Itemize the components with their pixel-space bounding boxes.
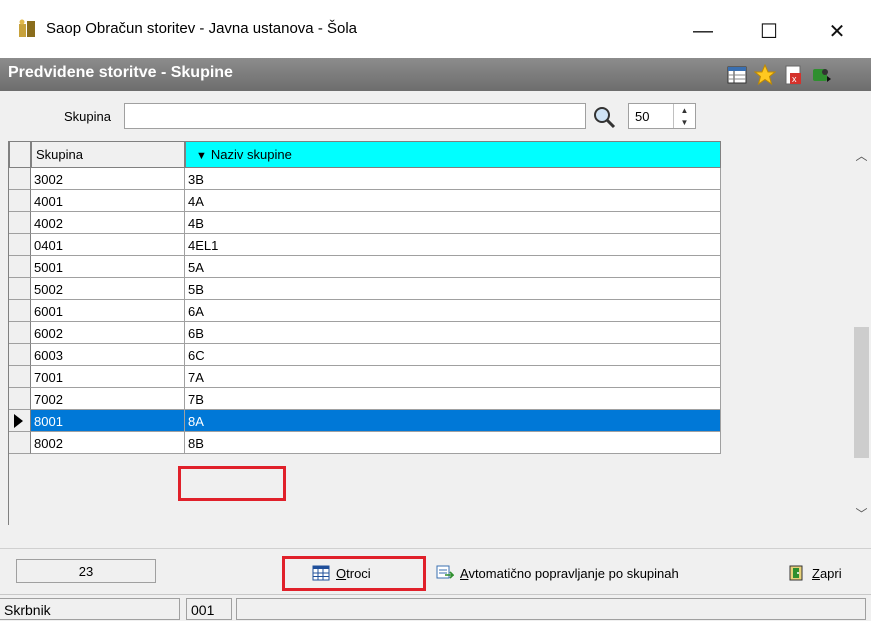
grid-header: Skupina ▼ Naziv skupine [9, 141, 721, 168]
table-row[interactable]: 6001 6A [9, 300, 721, 322]
cell-naziv-skupine[interactable]: 4B [185, 212, 721, 234]
row-indicator[interactable] [9, 278, 31, 300]
cell-skupina[interactable]: 4001 [31, 190, 185, 212]
table-row[interactable]: 7001 7A [9, 366, 721, 388]
cell-naziv-skupine[interactable]: 6C [185, 344, 721, 366]
limit-value[interactable]: 50 [635, 109, 649, 124]
close-button[interactable]: ✕ [814, 8, 860, 54]
table-row[interactable]: 0401 4EL1 [9, 234, 721, 256]
sort-descending-icon: ▼ [196, 150, 207, 162]
maximize-button[interactable]: ☐ [746, 8, 792, 54]
row-indicator[interactable] [9, 300, 31, 322]
svg-text:x: x [792, 74, 797, 84]
cell-skupina[interactable]: 5002 [31, 278, 185, 300]
cell-naziv-skupine[interactable]: 8B [185, 432, 721, 454]
columns-icon[interactable] [726, 64, 748, 86]
row-indicator[interactable] [9, 344, 31, 366]
search-input[interactable] [124, 103, 586, 129]
cell-naziv-skupine[interactable]: 4EL1 [185, 234, 721, 256]
zapri-button[interactable]: Zapri [788, 559, 842, 587]
window-titlebar: Saop Obračun storitev - Javna ustanova -… [0, 0, 871, 58]
status-code: 001 [186, 598, 232, 620]
form-header-bar: Predvidene storitve - Skupine x [0, 58, 871, 91]
otroci-button-highlight [282, 556, 426, 591]
table-row[interactable]: 4002 4B [9, 212, 721, 234]
cell-naziv-skupine[interactable]: 8A [185, 410, 721, 432]
table-row[interactable]: 3002 3B [9, 168, 721, 190]
row-indicator[interactable] [9, 212, 31, 234]
selected-cell-highlight [178, 466, 286, 501]
cell-skupina[interactable]: 7002 [31, 388, 185, 410]
window-title: Saop Obračun storitev - Javna ustanova -… [46, 20, 358, 37]
stepper-up-icon[interactable]: ▲ [674, 104, 695, 116]
app-logo-icon [19, 19, 35, 37]
record-count: 23 [16, 559, 156, 583]
stepper-down-icon[interactable]: ▼ [674, 116, 695, 128]
avtomaticno-popravljanje-label: Avtomatično popravljanje po skupinah [460, 565, 679, 581]
column-header-naziv[interactable]: ▼ Naziv skupine [185, 141, 721, 168]
table-row[interactable]: 4001 4A [9, 190, 721, 212]
cell-skupina[interactable]: 8001 [31, 410, 185, 432]
table-row[interactable]: 7002 7B [9, 388, 721, 410]
vertical-scrollbar[interactable]: ︿ ﹀ [852, 141, 871, 525]
cell-naziv-skupine[interactable]: 7B [185, 388, 721, 410]
table-row[interactable]: 6003 6C [9, 344, 721, 366]
status-bar: Skrbnik 001 [0, 594, 871, 621]
exit-icon[interactable] [810, 64, 832, 86]
cell-skupina[interactable]: 3002 [31, 168, 185, 190]
auto-fix-icon [436, 565, 454, 579]
cell-naziv-skupine[interactable]: 6A [185, 300, 721, 322]
scroll-down-icon[interactable]: ﹀ [852, 503, 871, 523]
cell-skupina[interactable]: 5001 [31, 256, 185, 278]
cell-skupina[interactable]: 7001 [31, 366, 185, 388]
star-icon[interactable] [754, 64, 776, 86]
close-door-icon [789, 565, 803, 581]
row-indicator[interactable] [9, 366, 31, 388]
cell-naziv-skupine[interactable]: 4A [185, 190, 721, 212]
zapri-label: Zapri [812, 565, 842, 581]
cell-naziv-skupine[interactable]: 5B [185, 278, 721, 300]
cell-skupina[interactable]: 6001 [31, 300, 185, 322]
row-indicator[interactable] [9, 388, 31, 410]
form-title: Predvidene storitve - Skupine [8, 64, 233, 81]
row-indicator[interactable] [9, 432, 31, 454]
cell-naziv-skupine[interactable]: 7A [185, 366, 721, 388]
table-row[interactable]: 6002 6B [9, 322, 721, 344]
cell-skupina[interactable]: 4002 [31, 212, 185, 234]
table-row[interactable]: 8001 8A [9, 410, 721, 432]
search-label: Skupina [64, 109, 111, 124]
search-icon[interactable] [592, 105, 618, 129]
row-indicator-header [9, 141, 31, 168]
row-indicator[interactable] [9, 234, 31, 256]
table-row[interactable]: 8002 8B [9, 432, 721, 454]
row-indicator[interactable] [9, 322, 31, 344]
search-row: Skupina 50 ▲ ▼ [0, 91, 871, 141]
minimize-button[interactable]: — [680, 8, 726, 54]
row-indicator[interactable] [9, 410, 31, 432]
scrollbar-thumb[interactable] [854, 327, 869, 458]
bottom-toolbar: 23 Otroci Avtomatično popravljanje po sk… [0, 548, 871, 594]
data-grid: Skupina ▼ Naziv skupine 3002 3B 4001 4A 4002 4… [8, 141, 852, 525]
row-indicator[interactable] [9, 168, 31, 190]
limit-stepper[interactable]: 50 ▲ ▼ [628, 103, 696, 129]
cell-naziv-skupine[interactable]: 6B [185, 322, 721, 344]
scroll-up-icon[interactable]: ︿ [852, 145, 871, 165]
cell-skupina[interactable]: 6002 [31, 322, 185, 344]
status-message [236, 598, 866, 620]
cell-skupina[interactable]: 8002 [31, 432, 185, 454]
cell-skupina[interactable]: 0401 [31, 234, 185, 256]
cell-skupina[interactable]: 6003 [31, 344, 185, 366]
excel-export-icon[interactable]: x [782, 64, 804, 86]
cell-naziv-skupine[interactable]: 3B [185, 168, 721, 190]
avtomaticno-popravljanje-button[interactable]: Avtomatično popravljanje po skupinah [436, 559, 679, 587]
row-indicator[interactable] [9, 190, 31, 212]
table-row[interactable]: 5002 5B [9, 278, 721, 300]
cell-naziv-skupine[interactable]: 5A [185, 256, 721, 278]
row-indicator[interactable] [9, 256, 31, 278]
status-user: Skrbnik [0, 598, 180, 620]
column-header-naziv-label: Naziv skupine [210, 147, 292, 162]
current-row-arrow-icon [14, 414, 23, 428]
table-row[interactable]: 5001 5A [9, 256, 721, 278]
column-header-skupina[interactable]: Skupina [31, 141, 185, 168]
